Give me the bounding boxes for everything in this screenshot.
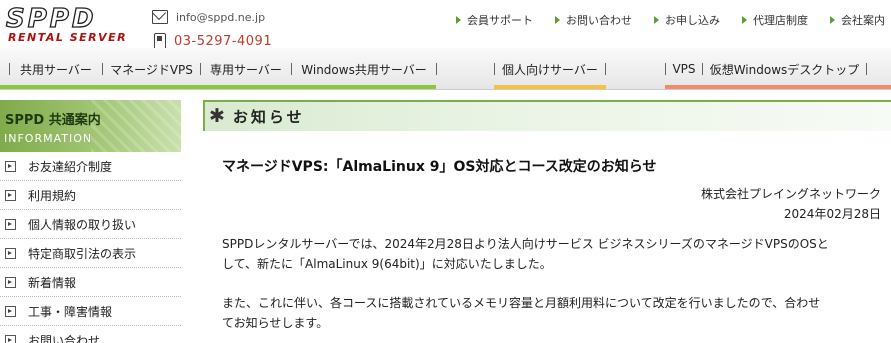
company-name: 株式会社プレイングネットワーク xyxy=(700,187,881,201)
arrow-icon xyxy=(830,16,835,24)
logo-main-text: SPPD xyxy=(5,4,97,34)
main-nav: 共用サーバー マネージドVPS 専用サーバー Windows共用サーバー 個人向… xyxy=(0,48,891,90)
contact-info: info@sppd.ne.jp 03-5297-4091 xyxy=(152,8,272,50)
arrow-box-icon xyxy=(5,276,16,288)
contact-tel: 03-5297-4091 xyxy=(174,33,273,49)
sidebar-item-commercial-law[interactable]: 特定商取引法の表示 xyxy=(0,239,181,268)
nav-separator xyxy=(866,63,867,75)
news-title: マネージドVPS:「AlmaLinux 9」OS対応とコース改定のお知らせ xyxy=(222,159,657,175)
nav-personal-server[interactable]: 個人向けサーバー xyxy=(495,48,605,90)
top-link-company[interactable]: 会社案内 xyxy=(830,12,885,28)
nav-separator xyxy=(436,63,437,75)
nav-accent-bar-vps xyxy=(665,85,891,89)
top-link-member-support[interactable]: 会員サポート xyxy=(456,12,533,28)
news-date: 2024年02月28日 xyxy=(783,207,881,221)
arrow-box-icon xyxy=(5,189,16,201)
top-link-agency[interactable]: 代理店制度 xyxy=(742,12,808,28)
sppd-logo[interactable]: SPPD RENTAL SERVER xyxy=(5,4,141,44)
nav-windows-shared[interactable]: Windows共用サーバー xyxy=(292,48,436,90)
sidebar-item-news[interactable]: 新着情報 xyxy=(0,268,181,297)
sidebar-header: SPPD 共通案内 INFORMATION xyxy=(0,100,181,152)
nav-managed-vps[interactable]: マネージドVPS xyxy=(103,48,200,90)
arrow-icon xyxy=(742,16,747,24)
arrow-box-icon xyxy=(5,305,16,317)
sidebar-item-contact[interactable]: お問い合わせ xyxy=(0,326,181,343)
news-paragraph-2: また、これに伴い、各コースに搭載されているメモリ容量と月額利用料について改定を行… xyxy=(222,296,821,330)
top-link-contact[interactable]: お問い合わせ xyxy=(555,12,632,28)
nav-separator xyxy=(605,63,606,75)
sidebar: SPPD 共通案内 INFORMATION お友達紹介制度 利用規約 個人情報の… xyxy=(0,100,181,343)
arrow-icon xyxy=(555,16,560,24)
nav-accent-bar-personal xyxy=(494,85,606,89)
top-link-apply[interactable]: お申し込み xyxy=(654,12,720,28)
sidebar-title: SPPD 共通案内 xyxy=(5,113,101,128)
arrow-box-icon xyxy=(5,218,16,230)
nav-shared-server[interactable]: 共用サーバー xyxy=(10,48,102,90)
logo-sub-text: RENTAL SERVER xyxy=(8,31,128,44)
arrow-box-icon xyxy=(5,247,16,259)
sidebar-list: お友達紹介制度 利用規約 個人情報の取り扱い 特定商取引法の表示 新着情報 工事… xyxy=(0,152,181,343)
nav-virtual-windows-desktop[interactable]: 仮想Windowsデスクトップ xyxy=(703,48,866,90)
main-content: ✱ お知らせ マネージドVPS:「AlmaLinux 9」OS対応とコース改定の… xyxy=(203,100,891,343)
contact-email[interactable]: info@sppd.ne.jp xyxy=(176,11,265,24)
arrow-icon xyxy=(456,16,461,24)
sidebar-item-referral[interactable]: お友達紹介制度 xyxy=(0,152,181,181)
arrow-icon xyxy=(654,16,659,24)
section-title: お知らせ xyxy=(232,108,305,126)
arrow-box-icon xyxy=(5,334,16,343)
site-header: SPPD RENTAL SERVER info@sppd.ne.jp 03-52… xyxy=(0,0,891,50)
top-utility-nav: 会員サポート お問い合わせ お申し込み 代理店制度 会社案内 xyxy=(434,12,885,28)
section-header: ✱ お知らせ xyxy=(203,100,891,131)
sidebar-header-pattern xyxy=(91,100,181,152)
sidebar-item-terms[interactable]: 利用規約 xyxy=(0,181,181,210)
sidebar-item-maintenance[interactable]: 工事・障害情報 xyxy=(0,297,181,326)
asterisk-icon: ✱ xyxy=(209,105,225,127)
nav-dedicated-server[interactable]: 専用サーバー xyxy=(201,48,291,90)
news-paragraph-1: SPPDレンタルサーバーでは、2024年2月28日より法人向けサービス ビジネス… xyxy=(222,237,829,271)
mail-icon xyxy=(152,10,168,24)
sidebar-item-privacy[interactable]: 個人情報の取り扱い xyxy=(0,210,181,239)
nav-vps[interactable]: VPS xyxy=(666,48,702,90)
sidebar-subtitle: INFORMATION xyxy=(4,132,93,145)
phone-icon xyxy=(154,32,166,50)
nav-accent-bar-business xyxy=(0,85,436,89)
arrow-box-icon xyxy=(5,160,16,172)
